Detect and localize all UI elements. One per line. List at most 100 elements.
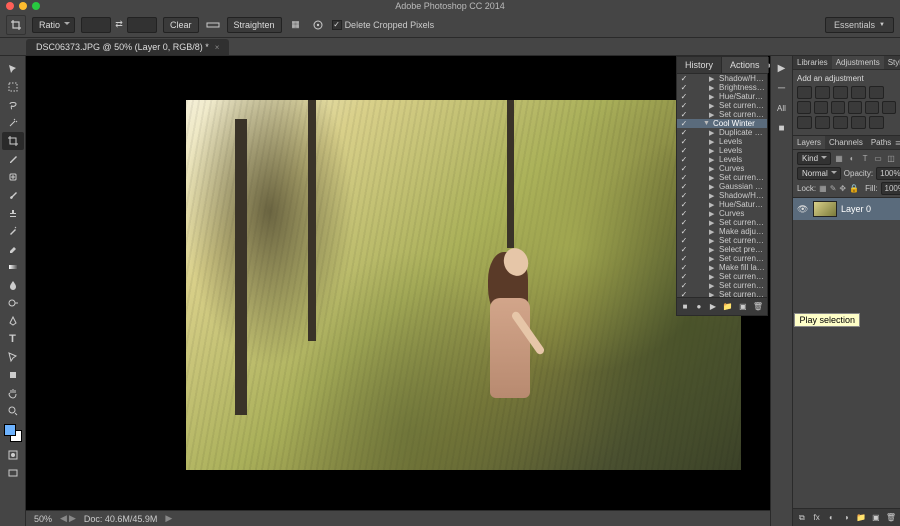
action-row[interactable]: ✓▶Duplicate current... — [677, 128, 767, 137]
trash-icon[interactable]: 🗑 — [753, 301, 763, 313]
straighten-button[interactable]: Straighten — [227, 17, 282, 33]
action-check-icon[interactable]: ✓ — [679, 191, 689, 200]
disclosure-icon[interactable]: ▶ — [709, 264, 717, 272]
adj-channelmixer-icon[interactable] — [865, 101, 879, 114]
filter-pixel-icon[interactable]: ▦ — [834, 153, 844, 164]
wand-tool[interactable] — [2, 114, 24, 132]
straighten-icon[interactable] — [205, 17, 221, 33]
action-row[interactable]: ✓▶Curves — [677, 209, 767, 218]
adj-invert-icon[interactable] — [797, 116, 812, 129]
disclosure-icon[interactable]: ▶ — [709, 201, 717, 209]
adj-gradientmap-icon[interactable] — [851, 116, 866, 129]
action-row[interactable]: ✓▶Levels — [677, 137, 767, 146]
lock-all-icon[interactable]: 🔒 — [849, 183, 859, 194]
new-group-icon[interactable]: 📁 — [856, 512, 866, 524]
clear-button[interactable]: Clear — [163, 17, 199, 33]
lock-pixels-icon[interactable]: ✎ — [830, 183, 837, 194]
action-check-icon[interactable]: ✓ — [679, 164, 689, 173]
action-row[interactable]: ✓▶Make adjustment... — [677, 227, 767, 236]
action-check-icon[interactable]: ✓ — [679, 155, 689, 164]
adj-colorbalance-icon[interactable] — [814, 101, 828, 114]
play-icon[interactable]: ▶ — [709, 301, 717, 313]
action-row[interactable]: ✓▶Select previous h... — [677, 245, 767, 254]
adj-brightness-icon[interactable] — [797, 86, 812, 99]
adj-vibrance-icon[interactable] — [869, 86, 884, 99]
adj-bw-icon[interactable] — [831, 101, 845, 114]
marquee-tool[interactable] — [2, 78, 24, 96]
adj-exposure-icon[interactable] — [851, 86, 866, 99]
adj-threshold-icon[interactable] — [833, 116, 848, 129]
doc-info-arrow-icon[interactable]: ▶ — [165, 513, 172, 524]
action-check-icon[interactable]: ✓ — [679, 110, 689, 119]
blur-tool[interactable] — [2, 276, 24, 294]
path-tool[interactable] — [2, 348, 24, 366]
action-row[interactable]: ✓▶Brightness/Cont... — [677, 83, 767, 92]
disclosure-icon[interactable]: ▶ — [709, 84, 717, 92]
action-check-icon[interactable]: ✓ — [679, 263, 689, 272]
disclosure-icon[interactable]: ▶ — [709, 75, 717, 83]
eyedropper-tool[interactable] — [2, 150, 24, 168]
action-row[interactable]: ✓▶Set current adjust... — [677, 236, 767, 245]
action-check-icon[interactable]: ✓ — [679, 254, 689, 263]
crop-ratio-select[interactable]: Ratio — [32, 17, 75, 33]
action-row[interactable]: ✓▶Make fill layer — [677, 263, 767, 272]
crop-height-input[interactable] — [127, 17, 157, 33]
stop-icon-bar[interactable]: ■ — [774, 120, 790, 136]
link-layers-icon[interactable]: ⧉ — [797, 512, 807, 524]
action-check-icon[interactable]: ✓ — [679, 119, 689, 128]
foreground-color[interactable] — [4, 424, 16, 436]
screen-mode-toggle[interactable] — [2, 464, 24, 482]
adj-selectivecolor-icon[interactable] — [869, 116, 884, 129]
new-fill-icon[interactable]: ◑ — [841, 512, 851, 524]
action-check-icon[interactable]: ✓ — [679, 92, 689, 101]
action-check-icon[interactable]: ✓ — [679, 83, 689, 92]
disclosure-icon[interactable]: ▶ — [709, 282, 717, 290]
crop-overlay-icon[interactable]: ▦ — [288, 17, 304, 33]
disclosure-icon[interactable]: ▶ — [709, 165, 717, 173]
action-row[interactable]: ✓▶Shadow/Highlight — [677, 191, 767, 200]
disclosure-icon[interactable]: ▶ — [709, 237, 717, 245]
quickmask-toggle[interactable] — [2, 446, 24, 464]
action-check-icon[interactable]: ✓ — [679, 281, 689, 290]
disclosure-icon[interactable]: ▶ — [709, 246, 717, 254]
action-row[interactable]: ✓▶Set current layer — [677, 173, 767, 182]
stamp-tool[interactable] — [2, 204, 24, 222]
pen-tool[interactable] — [2, 312, 24, 330]
zoom-window-button[interactable] — [32, 2, 40, 10]
layer-thumbnail[interactable] — [813, 201, 837, 217]
close-tab-icon[interactable]: × — [215, 43, 220, 52]
layers-menu-icon[interactable]: ≡ — [895, 136, 900, 149]
crop-settings-icon[interactable] — [310, 17, 326, 33]
zoom-in-icon[interactable]: ▶ — [69, 513, 76, 524]
filter-adjust-icon[interactable]: ◐ — [847, 153, 857, 164]
delete-cropped-checkbox[interactable]: ✓ Delete Cropped Pixels — [332, 20, 435, 30]
disclosure-open-icon[interactable]: ▼ — [703, 120, 711, 127]
action-row[interactable]: ✓▶Set current layer — [677, 101, 767, 110]
tab-actions[interactable]: Actions — [722, 57, 769, 73]
color-swatch[interactable] — [4, 424, 22, 442]
action-check-icon[interactable]: ✓ — [679, 128, 689, 137]
action-row[interactable]: ✓▶Hue/Saturation — [677, 92, 767, 101]
new-layer-icon[interactable]: ▣ — [871, 512, 881, 524]
type-tool[interactable]: T — [2, 330, 24, 348]
move-tool[interactable] — [2, 60, 24, 78]
lasso-tool[interactable] — [2, 96, 24, 114]
crop-width-input[interactable] — [81, 17, 111, 33]
disclosure-icon[interactable]: ▶ — [709, 147, 717, 155]
play-selection-icon[interactable]: ▶ — [774, 60, 790, 76]
action-set-row[interactable]: ✓▼Cool Winter — [677, 119, 767, 128]
action-row[interactable]: ✓▶Curves — [677, 164, 767, 173]
hand-tool[interactable] — [2, 384, 24, 402]
action-check-icon[interactable]: ✓ — [679, 146, 689, 155]
close-window-button[interactable] — [6, 2, 14, 10]
tab-libraries[interactable]: Libraries — [793, 56, 832, 69]
layer-name[interactable]: Layer 0 — [841, 204, 871, 214]
action-row[interactable]: ✓▶Levels — [677, 155, 767, 164]
action-check-icon[interactable]: ✓ — [679, 290, 689, 297]
action-check-icon[interactable]: ✓ — [679, 200, 689, 209]
zoom-tool[interactable] — [2, 402, 24, 420]
brush-tool[interactable] — [2, 186, 24, 204]
filter-type-icon[interactable]: T — [860, 153, 870, 164]
new-set-icon[interactable]: 📁 — [723, 301, 733, 313]
tab-styles[interactable]: Styles — [884, 56, 900, 69]
